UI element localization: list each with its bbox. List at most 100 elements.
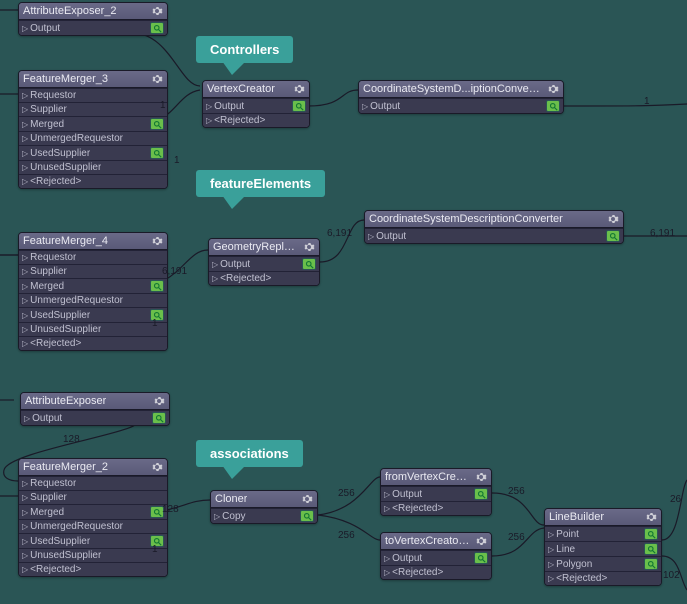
inspect-icon[interactable]	[644, 543, 658, 555]
port-requestor[interactable]: ▷Requestor	[19, 250, 167, 264]
port-output[interactable]: ▷Output	[21, 410, 169, 425]
count-label: 256	[338, 488, 355, 499]
node-featuremerger-2[interactable]: FeatureMerger_2 ▷Requestor ▷Supplier ▷Me…	[18, 458, 168, 577]
node-cloner[interactable]: Cloner ▷Copy	[210, 490, 318, 524]
port-supplier[interactable]: ▷Supplier	[19, 490, 167, 504]
node-vertexcreator[interactable]: VertexCreator ▷Output ▷<Rejected>	[202, 80, 310, 128]
gear-icon[interactable]	[151, 73, 163, 85]
inspect-icon[interactable]	[546, 100, 560, 112]
chevron-right-icon: ▷	[22, 24, 28, 33]
port-rejected[interactable]: ▷<Rejected>	[203, 113, 309, 127]
node-header[interactable]: toVertexCreator_3	[381, 533, 491, 550]
gear-icon[interactable]	[301, 493, 313, 505]
port-unusedsupplier[interactable]: ▷UnusedSupplier	[19, 322, 167, 336]
inspect-icon[interactable]	[606, 230, 620, 242]
node-attributeexposer-2[interactable]: AttributeExposer_2 ▷Output	[18, 2, 168, 36]
port-rejected[interactable]: ▷<Rejected>	[19, 562, 167, 576]
gear-icon[interactable]	[153, 395, 165, 407]
inspect-icon[interactable]	[300, 510, 314, 522]
port-usedsupplier[interactable]: ▷UsedSupplier	[19, 533, 167, 548]
node-header[interactable]: AttributeExposer_2	[19, 3, 167, 20]
port-rejected[interactable]: ▷<Rejected>	[19, 174, 167, 188]
node-header[interactable]: Cloner	[211, 491, 317, 508]
port-requestor[interactable]: ▷Requestor	[19, 476, 167, 490]
inspect-icon[interactable]	[150, 147, 164, 159]
node-geometryreplacer[interactable]: GeometryReplacer ▷Output ▷<Rejected>	[208, 238, 320, 286]
port-rejected[interactable]: ▷<Rejected>	[545, 571, 661, 585]
gear-icon[interactable]	[293, 83, 305, 95]
port-copy[interactable]: ▷Copy	[211, 508, 317, 523]
node-header[interactable]: AttributeExposer	[21, 393, 169, 410]
node-header[interactable]: CoordinateSystemD...iptionConverter_3	[359, 81, 563, 98]
node-header[interactable]: CoordinateSystemDescriptionConverter	[365, 211, 623, 228]
node-tovertexcreator-3[interactable]: toVertexCreator_3 ▷Output ▷<Rejected>	[380, 532, 492, 580]
port-usedsupplier[interactable]: ▷UsedSupplier	[19, 145, 167, 160]
gear-icon[interactable]	[303, 241, 315, 253]
inspect-icon[interactable]	[150, 280, 164, 292]
port-unusedsupplier[interactable]: ▷UnusedSupplier	[19, 548, 167, 562]
node-csdc[interactable]: CoordinateSystemDescriptionConverter ▷Ou…	[364, 210, 624, 244]
port-rejected[interactable]: ▷<Rejected>	[381, 501, 491, 515]
port-unusedsupplier[interactable]: ▷UnusedSupplier	[19, 160, 167, 174]
port-output[interactable]: ▷Output	[365, 228, 623, 243]
port-point[interactable]: ▷Point	[545, 526, 661, 541]
gear-icon[interactable]	[151, 461, 163, 473]
gear-icon[interactable]	[607, 213, 619, 225]
inspect-icon[interactable]	[150, 22, 164, 34]
port-output[interactable]: ▷Output	[203, 98, 309, 113]
port-rejected[interactable]: ▷<Rejected>	[381, 565, 491, 579]
port-output[interactable]: ▷Output	[381, 550, 491, 565]
gear-icon[interactable]	[645, 511, 657, 523]
gear-icon[interactable]	[151, 5, 163, 17]
inspect-icon[interactable]	[302, 258, 316, 270]
port-output[interactable]: ▷Output	[209, 256, 319, 271]
gear-icon[interactable]	[475, 535, 487, 547]
inspect-icon[interactable]	[644, 528, 658, 540]
port-rejected[interactable]: ▷<Rejected>	[19, 336, 167, 350]
inspect-icon[interactable]	[474, 488, 488, 500]
inspect-icon[interactable]	[292, 100, 306, 112]
node-attributeexposer[interactable]: AttributeExposer ▷Output	[20, 392, 170, 426]
chevron-right-icon: ▷	[22, 339, 28, 348]
node-header[interactable]: fromVertexCreator	[381, 469, 491, 486]
node-csdc-3[interactable]: CoordinateSystemD...iptionConverter_3 ▷O…	[358, 80, 564, 114]
port-supplier[interactable]: ▷Supplier	[19, 264, 167, 278]
chevron-right-icon: ▷	[362, 102, 368, 111]
node-featuremerger-3[interactable]: FeatureMerger_3 ▷Requestor ▷Supplier ▷Me…	[18, 70, 168, 189]
chevron-right-icon: ▷	[22, 522, 28, 531]
inspect-icon[interactable]	[150, 118, 164, 130]
node-header[interactable]: LineBuilder	[545, 509, 661, 526]
node-header[interactable]: FeatureMerger_4	[19, 233, 167, 250]
workflow-canvas[interactable]: { "bookmarks": { "controllers": "Control…	[0, 0, 687, 604]
port-rejected[interactable]: ▷<Rejected>	[209, 271, 319, 285]
port-merged[interactable]: ▷Merged	[19, 278, 167, 293]
port-requestor[interactable]: ▷Requestor	[19, 88, 167, 102]
port-unmergedrequestor[interactable]: ▷UnmergedRequestor	[19, 293, 167, 307]
node-header[interactable]: VertexCreator	[203, 81, 309, 98]
gear-icon[interactable]	[547, 83, 559, 95]
node-fromvertexcreator[interactable]: fromVertexCreator ▷Output ▷<Rejected>	[380, 468, 492, 516]
node-header[interactable]: GeometryReplacer	[209, 239, 319, 256]
node-header[interactable]: FeatureMerger_3	[19, 71, 167, 88]
port-output[interactable]: ▷Output	[19, 20, 167, 35]
port-supplier[interactable]: ▷Supplier	[19, 102, 167, 116]
count-label: 1	[160, 100, 166, 111]
port-unmergedrequestor[interactable]: ▷UnmergedRequestor	[19, 519, 167, 533]
node-featuremerger-4[interactable]: FeatureMerger_4 ▷Requestor ▷Supplier ▷Me…	[18, 232, 168, 351]
inspect-icon[interactable]	[474, 552, 488, 564]
node-linebuilder[interactable]: LineBuilder ▷Point ▷Line ▷Polygon ▷<Reje…	[544, 508, 662, 586]
port-output[interactable]: ▷Output	[359, 98, 563, 113]
inspect-icon[interactable]	[644, 558, 658, 570]
gear-icon[interactable]	[475, 471, 487, 483]
port-polygon[interactable]: ▷Polygon	[545, 556, 661, 571]
port-output[interactable]: ▷Output	[381, 486, 491, 501]
port-merged[interactable]: ▷Merged	[19, 504, 167, 519]
port-label-text: Output	[30, 23, 60, 34]
gear-icon[interactable]	[151, 235, 163, 247]
inspect-icon[interactable]	[152, 412, 166, 424]
port-merged[interactable]: ▷Merged	[19, 116, 167, 131]
port-usedsupplier[interactable]: ▷UsedSupplier	[19, 307, 167, 322]
port-line[interactable]: ▷Line	[545, 541, 661, 556]
port-unmergedrequestor[interactable]: ▷UnmergedRequestor	[19, 131, 167, 145]
node-header[interactable]: FeatureMerger_2	[19, 459, 167, 476]
